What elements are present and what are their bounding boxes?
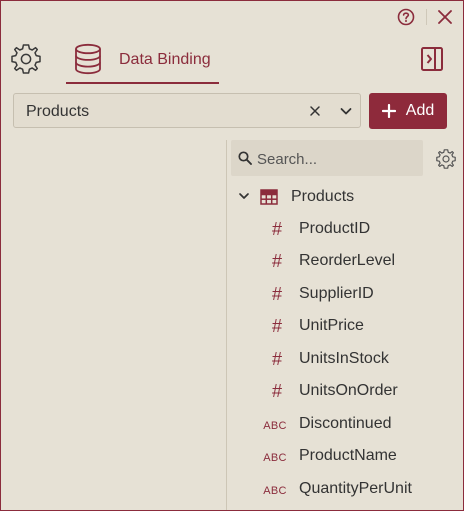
search-icon <box>238 151 252 165</box>
binding-design-area <box>14 140 226 508</box>
tab-data-binding[interactable]: Data Binding <box>66 40 219 84</box>
number-type-icon: # <box>271 349 282 369</box>
field-name: Discontinued <box>299 415 392 432</box>
field-name: SupplierID <box>299 285 374 302</box>
add-datasource-button[interactable]: Add <box>369 93 447 129</box>
close-icon <box>438 10 452 24</box>
field-item[interactable]: # UnitsInStock <box>231 343 456 375</box>
field-name: ProductID <box>299 220 371 237</box>
number-type-icon: # <box>271 381 282 401</box>
settings-button[interactable] <box>9 42 43 76</box>
field-item[interactable]: # UnitsOnOrder <box>231 375 456 407</box>
search-input[interactable] <box>255 147 419 171</box>
active-tab-indicator <box>66 82 219 84</box>
field-name: QuantityPerUnit <box>299 480 412 497</box>
tree-node-label: Products <box>291 188 355 205</box>
gear-icon <box>436 149 456 169</box>
number-type-icon: # <box>271 284 282 304</box>
field-name: UnitsOnOrder <box>299 382 398 399</box>
datasource-selected-value: Products <box>26 103 90 120</box>
datasource-select[interactable]: Products <box>13 93 361 128</box>
text-type-icon: ABC <box>263 452 287 464</box>
panel-right-icon <box>421 47 443 71</box>
plus-icon <box>381 104 396 118</box>
field-item[interactable]: # ReorderLevel <box>231 245 456 277</box>
field-item[interactable]: ABC ProductName <box>231 440 456 472</box>
tab-label: Data Binding <box>119 51 211 68</box>
question-circle-icon <box>397 8 415 26</box>
panel-divider[interactable] <box>226 140 227 510</box>
field-item[interactable]: # SupplierID <box>231 278 456 310</box>
toggle-panel-button[interactable] <box>419 46 445 72</box>
text-type-icon: ABC <box>263 485 287 497</box>
field-item[interactable]: ABC Discontinued <box>231 408 456 440</box>
field-item[interactable]: # ProductID <box>231 213 456 245</box>
close-button[interactable] <box>435 7 455 27</box>
field-search-box[interactable] <box>231 140 423 176</box>
database-icon <box>75 43 101 75</box>
chevron-down-icon[interactable] <box>338 103 354 119</box>
add-button-label: Add <box>405 102 435 119</box>
number-type-icon: # <box>271 219 282 239</box>
number-type-icon: # <box>271 316 282 336</box>
field-item[interactable]: # UnitPrice <box>231 310 456 342</box>
table-icon <box>260 189 278 205</box>
field-name: UnitPrice <box>299 317 364 334</box>
clear-icon[interactable] <box>307 103 323 119</box>
field-name: ReorderLevel <box>299 252 396 269</box>
number-type-icon: # <box>271 251 282 271</box>
toolbar-separator <box>426 9 427 25</box>
field-name: ProductName <box>299 447 397 464</box>
gear-icon <box>11 44 41 74</box>
field-item[interactable]: ABC QuantityPerUnit <box>231 473 456 505</box>
field-name: UnitsInStock <box>299 350 389 367</box>
text-type-icon: ABC <box>263 420 287 432</box>
field-settings-button[interactable] <box>435 148 457 170</box>
help-button[interactable] <box>396 7 416 27</box>
chevron-down-icon[interactable] <box>238 190 250 202</box>
tree-node-products[interactable]: Products <box>231 180 456 213</box>
